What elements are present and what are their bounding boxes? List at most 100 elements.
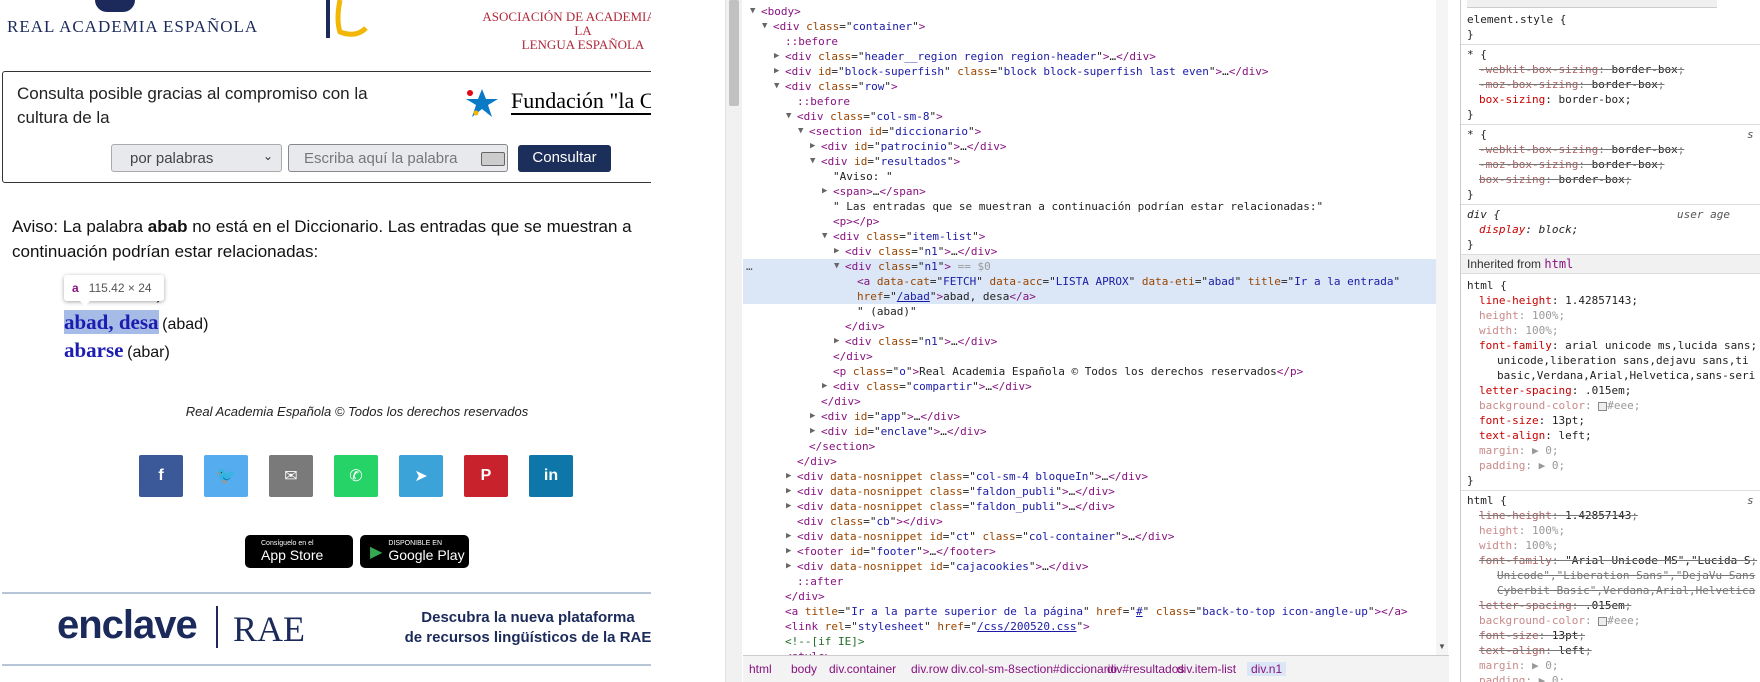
css-property[interactable]: line-height: 1.42857143; [1479,508,1638,523]
dom-node-line[interactable]: ▼ <div class="row"> [743,79,1436,94]
dom-node-line[interactable]: <div class="cb"></div> [743,514,1436,529]
css-rule-selector[interactable]: } [1467,107,1474,122]
css-property[interactable]: padding: ▶ 0; [1479,458,1565,473]
styles-filter-input[interactable] [1467,0,1717,8]
expand-arrow-icon[interactable]: ▼ [762,19,767,34]
css-property-continuation[interactable]: basic,Verdana,Arial,Helvetica,sans-seri [1497,368,1755,383]
css-property[interactable]: -webkit-box-sizing: border-box; [1479,142,1684,157]
expand-arrow-icon[interactable]: ▶ [810,139,815,154]
dom-node-line[interactable]: <p class="o">Real Academia Española © To… [743,364,1436,379]
expand-arrow-icon[interactable]: ▶ [786,559,791,574]
page-scrollbar[interactable] [725,0,742,682]
breadcrumb-item[interactable]: div#resultados [1107,662,1184,676]
expand-arrow-icon[interactable]: ▶ [786,499,791,514]
dom-node-line[interactable]: ▶ <div data-nosnippet id="cajacookies">…<… [743,559,1436,574]
css-rule-selector[interactable]: } [1467,187,1474,202]
dom-node-line[interactable]: ::before [743,94,1436,109]
expand-arrow-icon[interactable]: ▼ [822,229,827,244]
dom-node-line[interactable]: <a title="Ir a la parte superior de la p… [743,604,1436,619]
dom-node-line[interactable]: ▼ <body> [743,4,1436,19]
dom-node-line[interactable]: ▶ <div id="app">…</div> [743,409,1436,424]
css-property[interactable]: background-color: #eee; [1479,398,1640,413]
breadcrumb-item[interactable]: html [749,662,772,676]
dom-node-line[interactable]: ▶ <div data-nosnippet id="ct" class="col-… [743,529,1436,544]
lacaixa-brand[interactable]: Fundación "la Caixa" [511,88,651,114]
dom-node-line[interactable]: ▶ <div id="patrocinio">…</div> [743,139,1436,154]
dom-node-line[interactable]: <a data-cat="FETCH" data-acc="LISTA APRO… [743,274,1436,289]
dom-node-line[interactable]: ::after [743,574,1436,589]
asale-logo-mark[interactable] [326,0,386,38]
pinterest-share-icon[interactable]: P [464,455,508,497]
expand-arrow-icon[interactable]: ▶ [822,379,827,394]
css-property[interactable]: font-size: 13pt; [1479,628,1585,643]
dom-node-line[interactable]: ▶ <div class="n1">…</div> [743,334,1436,349]
keyboard-icon[interactable] [481,152,505,166]
dom-node-line[interactable]: ▼ <div class="col-sm-8"> [743,109,1436,124]
facebook-share-icon[interactable]: f [139,455,183,497]
dom-node-line[interactable]: <p></p> [743,214,1436,229]
css-rule-selector[interactable]: html {s [1467,493,1754,508]
expand-arrow-icon[interactable]: ▼ [810,154,815,169]
dom-node-line[interactable]: <!--[if IE]> [743,634,1436,649]
dom-node-line[interactable]: </div> [743,589,1436,604]
css-property[interactable]: padding: ▶ 0; [1479,673,1565,682]
css-rule-selector[interactable]: html { [1467,278,1507,293]
dom-node-line[interactable]: href="/abad">abad, desa</a> [743,289,1436,304]
dom-node-line[interactable]: </section> [743,439,1436,454]
dom-node-line[interactable]: ▶ <div class="compartir">…</div> [743,379,1436,394]
css-property[interactable]: -webkit-box-sizing: border-box; [1479,62,1684,77]
expand-arrow-icon[interactable]: ▶ [834,334,839,349]
asale-logo-text[interactable]: ASOCIACIÓN DE ACADEMIAS DE LA LENGUA ESP… [478,10,651,52]
scroll-down-icon[interactable]: ▼ [1438,642,1446,651]
expand-arrow-icon[interactable]: ▶ [786,544,791,559]
css-rule-selector[interactable]: * { [1467,47,1487,62]
dom-node-line[interactable]: </div> [743,394,1436,409]
expand-arrow-icon[interactable]: ▼ [834,259,839,274]
telegram-share-icon[interactable]: ➤ [399,455,443,497]
css-property[interactable]: letter-spacing: .015em; [1479,383,1631,398]
css-property-continuation[interactable]: Cyberbit Basic",Verdana,Arial,Helvetica [1497,583,1755,598]
color-swatch-icon[interactable] [1598,616,1608,626]
breadcrumb-item[interactable]: div.row [911,662,948,676]
css-property[interactable]: margin: ▶ 0; [1479,443,1559,458]
dom-node-line[interactable]: ▶ <div id="enclave">…</div> [743,424,1436,439]
whatsapp-share-icon[interactable]: ✆ [334,455,378,497]
enclave-rae-logo[interactable]: RAE [233,608,305,650]
css-property[interactable]: box-sizing: border-box; [1479,172,1631,187]
css-property[interactable]: background-color: #eee; [1479,613,1640,628]
expand-arrow-icon[interactable]: ▼ [786,109,791,124]
css-property[interactable]: box-sizing: border-box; [1479,92,1631,107]
expand-arrow-icon[interactable]: ▶ [810,409,815,424]
google-play-button[interactable]: ▶ DISPONIBLE EN Google Play [360,535,469,568]
css-rule-selector[interactable]: div {user age [1467,207,1730,222]
dom-node-line[interactable]: ▶ <div data-nosnippet class="col-sm-4 blo… [743,469,1436,484]
twitter-share-icon[interactable]: 🐦 [204,455,248,497]
css-property[interactable]: -moz-box-sizing: border-box; [1479,77,1664,92]
expand-arrow-icon[interactable]: ▼ [750,4,755,19]
expand-arrow-icon[interactable]: ▶ [786,469,791,484]
css-rule-selector[interactable]: } [1467,27,1474,42]
elements-tree[interactable]: ▼ <body> ▼ <div class="container">::before ▶… [743,0,1449,655]
css-property[interactable]: font-size: 13pt; [1479,413,1585,428]
css-property[interactable]: font-family: "Arial Unicode MS","Lucida … [1479,553,1757,568]
dom-node-line[interactable]: </div> [743,454,1436,469]
dom-node-line[interactable]: </div> [743,319,1436,334]
css-property[interactable]: font-family: arial unicode ms,lucida san… [1479,338,1757,353]
expand-arrow-icon[interactable]: ▶ [774,64,779,79]
dom-node-line[interactable]: ▶ <div data-nosnippet class="faldon_publi… [743,484,1436,499]
email-share-icon[interactable]: ✉ [269,455,313,497]
search-mode-select[interactable]: por palabras [111,144,282,172]
css-property[interactable]: text-align: left; [1479,643,1592,658]
rae-logo-text[interactable]: REAL ACADEMIA ESPAÑOLA [7,17,258,37]
dom-node-line[interactable]: ▼ <div id="resultados"> [743,154,1436,169]
dom-node-line[interactable]: ▼ <section id="diccionario"> [743,124,1436,139]
css-property[interactable]: letter-spacing: .015em; [1479,598,1631,613]
dom-node-line[interactable]: "Aviso: " [743,169,1436,184]
color-swatch-icon[interactable] [1598,401,1608,411]
breadcrumb-item[interactable]: div.container [829,662,896,676]
tree-scrollbar[interactable] [1436,0,1448,655]
css-property-continuation[interactable]: Unicode","Liberation Sans","DejaVu Sans [1497,568,1755,583]
css-property[interactable]: height: 100%; [1479,523,1565,538]
dom-node-line[interactable]: " Las entradas que se muestran a continu… [743,199,1436,214]
app-store-button[interactable]: Consíguelo en el App Store [245,535,353,568]
